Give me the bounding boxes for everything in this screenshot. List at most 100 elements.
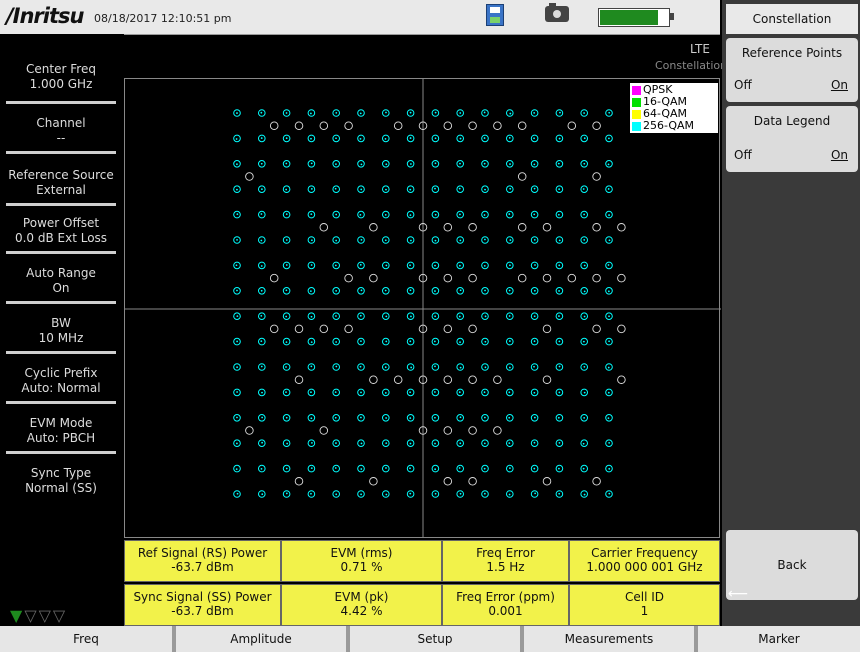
constellation-point (332, 388, 340, 397)
menu-freq[interactable]: Freq (0, 626, 176, 652)
param-sync-type[interactable]: Sync Type Normal (SS) (0, 456, 122, 504)
legend-swatch (632, 121, 641, 131)
constellation-point (481, 464, 489, 473)
constellation-point (530, 287, 539, 295)
reference-point (542, 273, 552, 283)
data-legend-off: Off (734, 148, 752, 162)
constellation-point (456, 236, 465, 244)
constellation-point (332, 287, 340, 295)
constellation-point (506, 185, 514, 193)
reference-point (269, 121, 279, 130)
measurement-table: Ref Signal (RS) Power -63.7 dBm EVM (rms) 0… (124, 538, 720, 626)
menu-marker[interactable]: Marker (698, 626, 860, 652)
reference-point (443, 477, 453, 486)
reference-point (443, 223, 453, 232)
menu-setup[interactable]: Setup (350, 626, 524, 652)
constellation-point (530, 134, 539, 143)
constellation-point (357, 439, 365, 448)
param-auto-range[interactable]: Auto Range On (0, 256, 122, 304)
constellation-point (555, 414, 564, 422)
param-evm-mode[interactable]: EVM Mode Auto: PBCH (0, 406, 122, 454)
constellation-point (530, 109, 539, 117)
constellation-point (555, 134, 564, 143)
reference-point (567, 273, 577, 283)
constellation-point (481, 185, 489, 193)
constellation-point (282, 261, 291, 270)
constellation-point (357, 388, 365, 397)
constellation-point (506, 464, 514, 473)
constellation-point (481, 337, 489, 346)
constellation-point (530, 160, 539, 168)
measurement-label: Freq Error (476, 546, 535, 560)
constellation-point (506, 414, 514, 422)
constellation-point (332, 414, 340, 422)
reference-point (319, 223, 329, 232)
constellation-point (580, 439, 589, 448)
constellation-point (282, 464, 291, 473)
reference-points-button[interactable]: Reference Points Off On (726, 38, 858, 102)
constellation-point (580, 287, 589, 295)
constellation-point (382, 287, 390, 295)
constellation-point (481, 109, 489, 117)
constellation-point (282, 363, 291, 371)
measurement-label: Sync Signal (SS) Power (133, 590, 272, 604)
constellation-point (431, 312, 440, 320)
constellation-point (382, 337, 390, 346)
constellation-point (382, 236, 390, 244)
constellation-point (431, 414, 440, 422)
constellation-point (481, 363, 489, 371)
reference-point (493, 426, 502, 435)
data-legend-button[interactable]: Data Legend Off On (726, 106, 858, 172)
constellation-point (456, 160, 465, 168)
reference-point (517, 121, 527, 130)
constellation-point (530, 312, 539, 320)
softkey-panel: Constellation Reference Points Off On Da… (722, 0, 860, 626)
constellation-point (357, 464, 365, 473)
constellation-point (258, 414, 266, 422)
constellation-point (332, 210, 340, 219)
measurement-cell-id: Cell ID 1 (569, 584, 720, 626)
constellation-point (530, 464, 539, 473)
constellation-point (555, 337, 564, 346)
reference-point (443, 375, 453, 384)
param-value: On (52, 281, 70, 295)
constellation-point (258, 490, 266, 498)
constellation-point (357, 185, 365, 193)
param-cyclic-prefix[interactable]: Cyclic Prefix Auto: Normal (0, 356, 122, 404)
param-channel[interactable]: Channel -- (0, 106, 122, 154)
menu-amplitude[interactable]: Amplitude (176, 626, 350, 652)
param-bw[interactable]: BW 10 MHz (0, 306, 122, 354)
constellation-point (406, 337, 415, 346)
constellation-point (456, 363, 465, 371)
camera-icon[interactable] (545, 3, 569, 22)
measurement-label: EVM (pk) (334, 590, 389, 604)
param-power-offset[interactable]: Power Offset 0.0 dB Ext Loss (0, 206, 122, 254)
param-reference-source[interactable]: Reference Source External (0, 158, 122, 206)
constellation-point (357, 414, 365, 422)
constellation-point (580, 388, 589, 397)
constellation-point (481, 312, 489, 320)
constellation-point (555, 388, 564, 397)
legend-swatch (632, 85, 641, 95)
battery-tip (670, 13, 674, 20)
constellation-point (332, 261, 340, 270)
constellation-point (506, 287, 514, 295)
bottom-menu-bar: Freq Amplitude Setup Measurements Marker (0, 626, 860, 652)
reference-point (443, 273, 453, 283)
data-legend: QPSK 16-QAM 64-QAM 256-QAM (630, 83, 718, 133)
constellation-point (258, 210, 266, 219)
measurement-label: Cell ID (624, 590, 665, 604)
constellation-point (282, 287, 291, 295)
save-icon[interactable] (486, 4, 504, 26)
constellation-point (233, 287, 241, 295)
constellation-point (307, 312, 316, 320)
reference-point (344, 273, 353, 283)
data-legend-on: On (830, 148, 848, 162)
menu-measurements[interactable]: Measurements (524, 626, 698, 652)
constellation-point (580, 464, 589, 473)
constellation-point (456, 287, 465, 295)
param-center-freq[interactable]: Center Freq 1.000 GHz (0, 34, 122, 104)
constellation-point (282, 414, 291, 422)
constellation-point (258, 160, 266, 168)
constellation-point (406, 236, 415, 244)
